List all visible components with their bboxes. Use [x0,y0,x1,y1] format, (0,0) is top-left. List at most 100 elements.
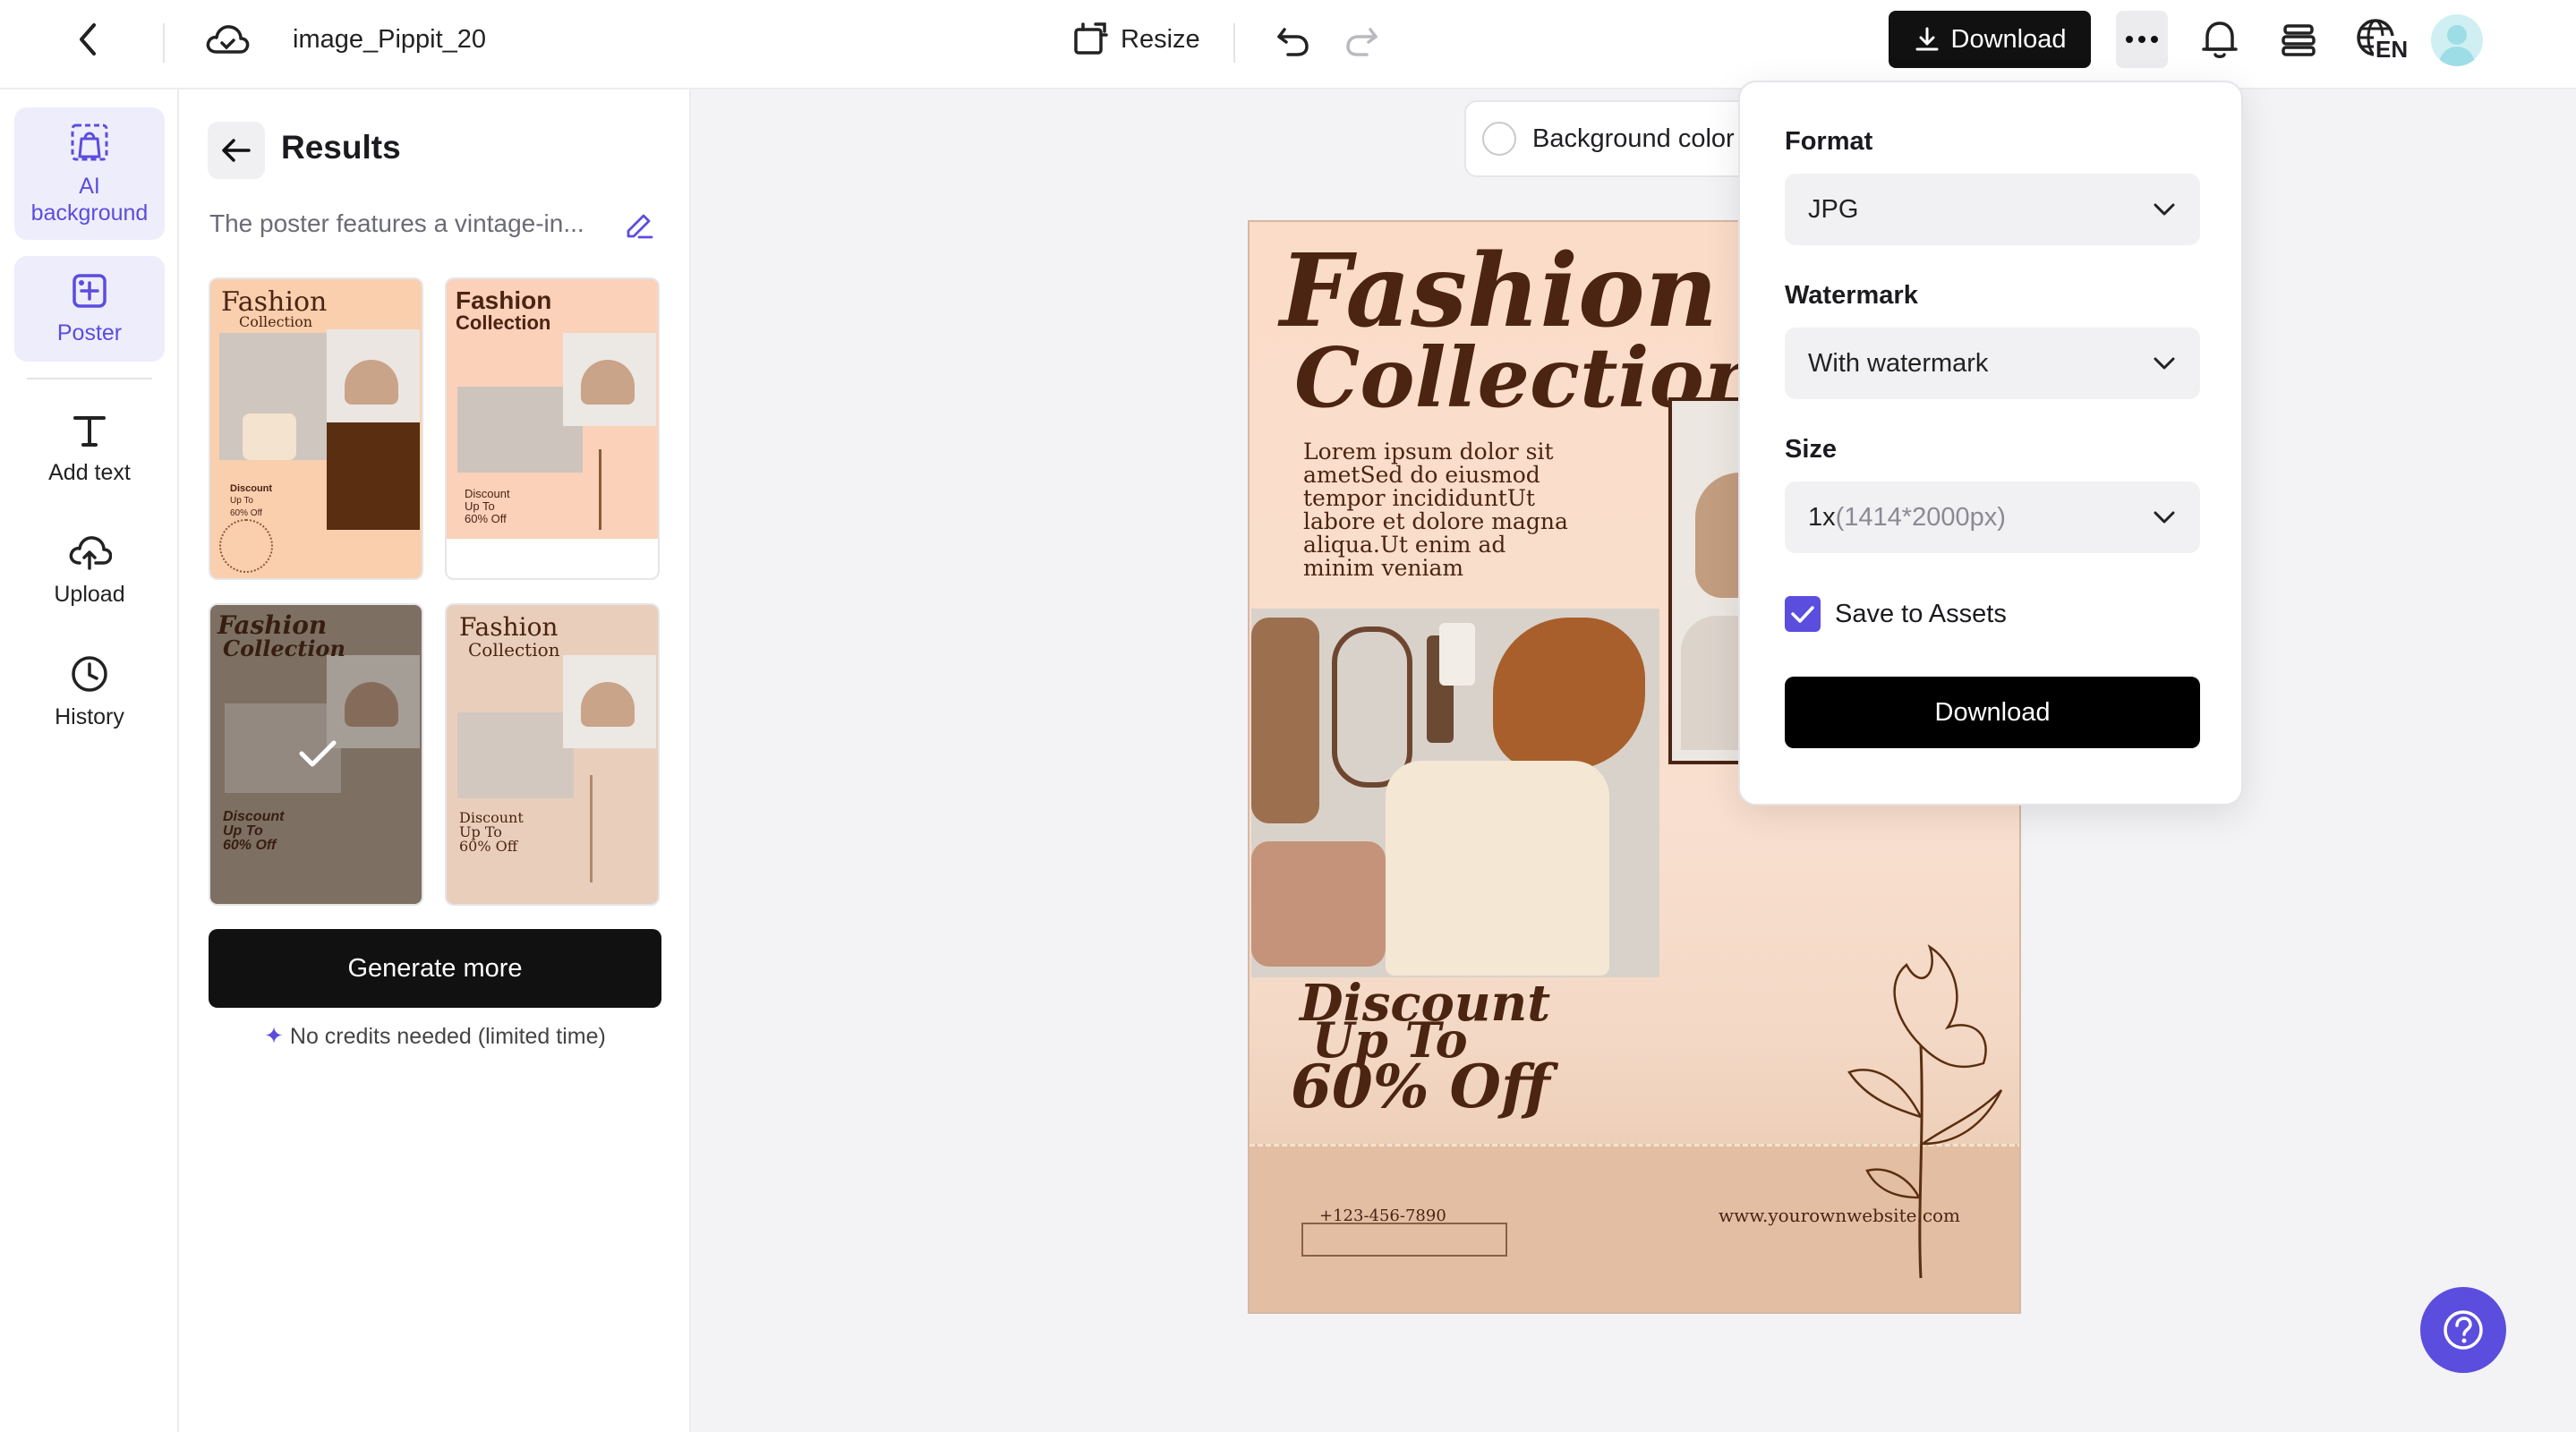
avatar[interactable] [2431,14,2483,66]
sparkle-icon: ✦ [264,1022,284,1049]
no-credits-note: ✦ No credits needed (limited time) [209,1022,661,1050]
poster-body-text[interactable]: Lorem ipsum dolor sit ametSed do eiusmod… [1303,440,1568,580]
size-label: Size [1785,435,1838,464]
selected-check-icon [296,736,339,776]
rail-item-label: History [55,704,124,729]
result-thumbnail-3[interactable]: Fashion Collection Discount Up To 60% Of… [209,603,423,906]
edit-pencil-icon[interactable] [623,209,655,242]
thumb-discount: 60% Off [459,838,518,855]
result-thumbnail-1[interactable]: Fashion Collection Discount Up To 60% Of… [209,277,423,580]
thumb-subtitle: Collection [468,639,560,661]
thumb-floral [599,449,653,530]
thumb-dark-block [327,422,420,530]
ai-background-icon [71,124,108,161]
file-name[interactable]: image_Pippit_20 [293,21,486,57]
rail-item-label: Add text [48,460,131,485]
results-back-button[interactable] [208,122,265,179]
bell-icon[interactable] [2195,14,2245,64]
download-button[interactable]: Download [1889,11,2091,68]
thumb-floral [590,775,653,882]
top-bar: image_Pippit_20 Resize Download EN [0,0,2576,90]
belt-shape [1332,626,1412,788]
question-icon [2444,1310,2483,1350]
poster-body-line: minim veniam [1303,555,1464,581]
rail-divider [27,378,152,379]
download-icon [1915,27,1938,51]
size-value: 1x(1414*2000px) [1808,503,2006,533]
format-select[interactable]: JPG [1785,174,2200,245]
poster-body-line: Lorem ipsum dolor sit [1303,439,1554,465]
thumb-discount: Discount [230,483,273,494]
help-button[interactable] [2420,1287,2506,1373]
result-thumbnail-2[interactable]: Fashion Collection Discount Up To 60% Of… [445,277,660,580]
popover-download-button[interactable]: Download [1785,677,2200,748]
text-icon [73,416,106,447]
watermark-value: With watermark [1808,348,1989,378]
size-select[interactable]: 1x(1414*2000px) [1785,482,2200,553]
upload-cloud-icon [69,536,112,570]
format-value: JPG [1808,194,1859,224]
thumb-discount: Up To [465,499,495,513]
rail-item-upload[interactable]: Upload [14,516,165,625]
clock-icon [72,656,107,692]
thumb-subtitle: Collection [239,313,313,330]
shoe-shape [1251,618,1319,823]
thumb-photo [457,712,574,798]
checkmark-icon [1791,606,1814,623]
results-title: Results [281,129,401,166]
rail-item-ai-background[interactable]: AI background [14,107,165,240]
watermark-select[interactable]: With watermark [1785,328,2200,399]
resize-button[interactable]: Resize [1070,18,1200,61]
arrow-left-icon [222,139,251,162]
sweater-shape [1386,761,1609,976]
poster-body-line: labore et dolore magna [1303,508,1568,534]
language-badge: EN [2374,36,2410,64]
chevron-down-icon [2154,357,2175,370]
background-color-swatch [1482,122,1516,156]
topbar-divider [1233,23,1235,63]
rail-item-history[interactable]: History [14,637,165,746]
poster-title[interactable]: Fashion [1280,242,1718,342]
thumb-discount: Discount [465,487,510,500]
generate-more-button[interactable]: Generate more [209,929,661,1008]
more-options-button[interactable] [2116,11,2168,68]
save-to-assets-checkbox[interactable] [1785,596,1821,632]
chevron-down-icon [2154,511,2175,524]
no-credits-text: No credits needed (limited time) [289,1024,606,1049]
more-dots-icon [2126,36,2158,43]
size-value-main: 1x [1808,502,1836,532]
language-globe-icon[interactable]: EN [2352,14,2410,66]
poster-phone-box [1301,1223,1507,1257]
watermark-label: Watermark [1785,281,1918,310]
bag-shape [1251,841,1386,967]
thumb-subtitle: Collection [456,311,551,334]
rail-item-label: AI background [30,174,149,226]
save-to-assets-label[interactable]: Save to Assets [1835,600,2007,629]
left-rail: AI background Poster Add text Upload His… [0,90,179,1432]
thumb-discount: Up To [230,496,253,506]
results-panel: Results The poster features a vintage-in… [179,90,691,1432]
poster-website[interactable]: www.yourownwebsite.com [1719,1205,1960,1226]
poster-flatlay-photo[interactable] [1251,609,1659,977]
rail-item-add-text[interactable]: Add text [14,394,165,503]
undo-icon[interactable] [1271,18,1316,63]
poster-icon [73,274,107,308]
topbar-divider [163,23,165,63]
poster-body-line: tempor incididuntUt [1303,485,1535,511]
rail-item-poster[interactable]: Poster [14,256,165,362]
rail-item-label: Poster [56,320,123,345]
thumb-title: Fashion [459,612,559,642]
resize-label: Resize [1121,24,1200,54]
layers-stack-icon[interactable] [2273,14,2324,64]
resize-icon [1074,22,1108,55]
floral-line-art [1847,943,2003,1279]
result-thumbnail-4[interactable]: Fashion Collection Discount Up To 60% Of… [445,603,660,906]
cloud-sync-icon[interactable] [200,16,254,63]
thumb-footer [447,539,658,578]
redo-icon[interactable] [1339,18,1384,63]
back-chevron-icon[interactable] [64,16,111,63]
background-color-button[interactable]: Background color [1464,100,1769,177]
chevron-down-icon [2154,203,2175,216]
poster-discount-percent[interactable]: 60% Off [1291,1054,1550,1119]
scarf-shape [1493,618,1645,770]
